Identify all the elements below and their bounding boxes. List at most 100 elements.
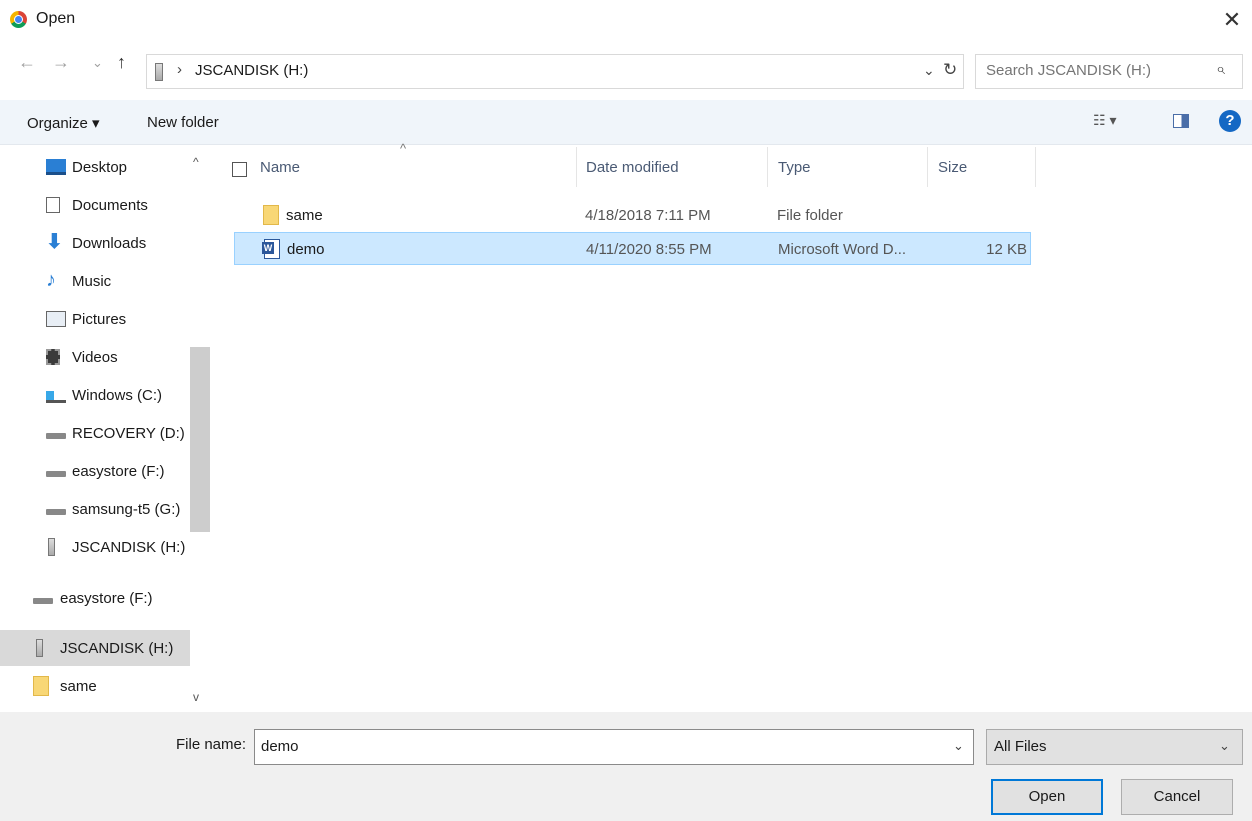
drive-icon	[46, 471, 66, 477]
column-divider[interactable]	[767, 147, 768, 187]
file-list: ^ Name Date modified Type Size same 4/18…	[214, 141, 1252, 712]
nav-item-jscandisk-h[interactable]: JSCANDISK (H:)	[0, 529, 190, 565]
select-all-checkbox[interactable]	[232, 162, 247, 177]
music-icon: ♪	[46, 269, 56, 291]
title-bar: Open ✕	[0, 0, 1252, 40]
nav-item-label: JSCANDISK (H:)	[72, 539, 186, 556]
chrome-app-icon	[10, 11, 27, 28]
nav-item-label: Documents	[72, 197, 148, 214]
downloads-icon: ⬇	[46, 231, 63, 253]
column-header-date-modified[interactable]: Date modified	[586, 159, 679, 176]
dialog-footer: File name: ⌄ All Files ⌄ Open Cancel	[0, 712, 1252, 821]
desktop-icon	[46, 159, 66, 175]
cancel-button[interactable]: Cancel	[1121, 779, 1233, 815]
drive-icon	[46, 433, 66, 439]
file-type: Microsoft Word D...	[778, 241, 907, 258]
nav-item-windows-c[interactable]: Windows (C:)	[0, 377, 190, 413]
new-folder-button[interactable]: New folder	[147, 114, 219, 131]
file-type-value: All Files	[994, 738, 1047, 755]
usb-drive-icon	[155, 63, 163, 81]
preview-pane-icon[interactable]	[1173, 114, 1189, 128]
nav-item-music[interactable]: ♪ Music	[0, 263, 190, 299]
nav-item-label: same	[60, 678, 97, 695]
nav-item-label: JSCANDISK (H:)	[60, 640, 174, 657]
file-type-select[interactable]: All Files ⌄	[986, 729, 1243, 765]
nav-item-label: easystore (F:)	[72, 463, 165, 480]
nav-item-pictures[interactable]: Pictures	[0, 301, 190, 337]
column-header-size[interactable]: Size	[938, 159, 967, 176]
search-box[interactable]: ⌕	[975, 54, 1243, 89]
usb-drive-icon	[36, 639, 43, 657]
nav-item-same-folder[interactable]: same	[0, 668, 190, 704]
nav-item-label: Windows (C:)	[72, 387, 163, 404]
nav-scrollbar-thumb[interactable]	[190, 347, 210, 532]
folder-icon	[263, 205, 279, 225]
column-divider[interactable]	[576, 147, 577, 187]
nav-item-easystore-f[interactable]: easystore (F:)	[0, 453, 190, 489]
nav-item-label: Music	[72, 273, 112, 290]
scroll-down-arrow-icon[interactable]: v	[193, 690, 199, 704]
chevron-down-icon[interactable]: ⌄	[1219, 738, 1230, 754]
address-bar[interactable]: › JSCANDISK (H:) ⌄ ↻	[146, 54, 964, 89]
up-one-level-icon[interactable]: ↑	[117, 52, 126, 73]
nav-item-label: Pictures	[72, 311, 127, 328]
nav-item-label: Downloads	[72, 235, 147, 252]
back-arrow-icon[interactable]: ←	[18, 52, 36, 73]
breadcrumb-current[interactable]: JSCANDISK (H:)	[195, 62, 308, 79]
nav-item-downloads[interactable]: ⬇ Downloads	[0, 225, 190, 261]
usb-drive-icon	[48, 538, 55, 556]
folder-icon	[33, 676, 49, 696]
nav-item-label: RECOVERY (D:)	[72, 425, 185, 442]
nav-item-videos[interactable]: Videos	[0, 339, 190, 375]
search-icon[interactable]: ⌕	[1216, 61, 1225, 79]
file-name-input[interactable]	[261, 738, 941, 755]
window-title: Open	[36, 10, 76, 27]
file-row[interactable]: same 4/18/2018 7:11 PM File folder	[234, 199, 1031, 232]
file-name: same	[286, 207, 323, 224]
organize-button[interactable]: Organize ▾	[27, 114, 100, 132]
file-size: 12 KB	[986, 241, 1027, 258]
nav-item-easystore-f-root[interactable]: easystore (F:)	[0, 580, 190, 616]
nav-item-label: easystore (F:)	[60, 590, 153, 607]
drive-icon	[33, 598, 53, 604]
address-history-chevron-icon[interactable]: ⌄	[923, 62, 935, 79]
chevron-down-icon[interactable]: ⌄	[953, 738, 964, 754]
recent-locations-chevron-icon[interactable]: ⌄	[92, 55, 103, 71]
nav-item-recovery-d[interactable]: RECOVERY (D:)	[0, 415, 190, 451]
nav-item-jscandisk-h-root[interactable]: JSCANDISK (H:)	[0, 630, 190, 666]
change-view-icon[interactable]: ☷ ▾	[1093, 112, 1116, 129]
nav-item-label: Desktop	[72, 159, 128, 176]
file-name-combobox[interactable]: ⌄	[254, 729, 974, 765]
column-divider[interactable]	[927, 147, 928, 187]
file-row-selected[interactable]: demo 4/11/2020 8:55 PM Microsoft Word D.…	[234, 232, 1031, 265]
close-button[interactable]: ✕	[1212, 2, 1252, 38]
sort-ascending-icon: ^	[400, 141, 407, 156]
pictures-icon	[46, 311, 66, 327]
search-input[interactable]	[986, 62, 1206, 79]
forward-arrow-icon[interactable]: →	[52, 52, 70, 73]
refresh-icon[interactable]: ↻	[943, 60, 957, 80]
breadcrumb-separator-icon: ›	[177, 61, 182, 78]
nav-item-documents[interactable]: Documents	[0, 187, 190, 223]
nav-item-desktop[interactable]: Desktop	[0, 149, 190, 185]
nav-item-label: samsung-t5 (G:)	[72, 501, 181, 518]
word-document-icon	[262, 239, 280, 259]
videos-icon	[46, 349, 60, 365]
file-date-modified: 4/18/2018 7:11 PM	[585, 207, 711, 224]
help-icon[interactable]: ?	[1219, 110, 1241, 132]
documents-icon	[46, 197, 60, 213]
navigation-pane: Desktop Documents ⬇ Downloads ♪ Music Pi…	[0, 147, 212, 712]
open-button[interactable]: Open	[991, 779, 1103, 815]
file-name-label: File name:	[176, 736, 247, 753]
file-name: demo	[287, 241, 325, 258]
column-divider[interactable]	[1035, 147, 1036, 187]
drive-icon	[46, 509, 66, 515]
windows-drive-icon	[46, 391, 66, 403]
file-date-modified: 4/11/2020 8:55 PM	[586, 241, 712, 258]
nav-item-samsung-t5-g[interactable]: samsung-t5 (G:)	[0, 491, 190, 527]
nav-item-label: Videos	[72, 349, 118, 366]
column-header-name[interactable]: Name	[260, 159, 300, 176]
scroll-up-arrow-icon[interactable]: ^	[193, 155, 199, 169]
column-header-type[interactable]: Type	[778, 159, 811, 176]
command-toolbar: Organize ▾ New folder ☷ ▾ ?	[0, 100, 1252, 145]
